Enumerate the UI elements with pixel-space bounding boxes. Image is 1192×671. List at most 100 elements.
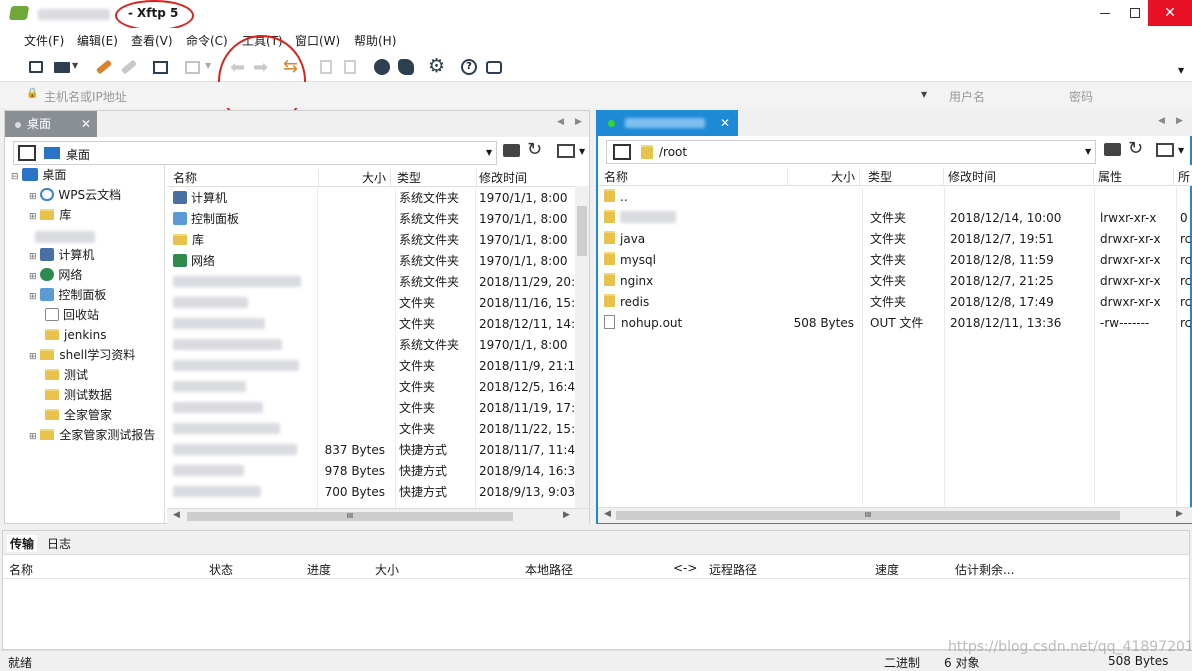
left-col-name[interactable]: 名称 [173, 169, 319, 187]
right-new-folder-icon[interactable] [1104, 143, 1121, 156]
left-hscroll-thumb[interactable]: III [187, 512, 513, 521]
table-row[interactable]: 系统文件夹 2018/11/29, 20:4 [167, 272, 575, 293]
right-tab-next-icon[interactable]: ▶ [1176, 116, 1183, 126]
menu-view[interactable]: 查看(V) [131, 32, 173, 49]
host-dropdown-icon[interactable]: ▼ [921, 90, 927, 99]
left-hscroll[interactable]: ◀ III ▶ [167, 508, 589, 524]
tree-item-jenkins[interactable]: jenkins [45, 325, 106, 346]
open-folder-icon[interactable] [52, 57, 72, 77]
right-col-name[interactable]: 名称 [604, 168, 788, 186]
tab-transfer[interactable]: 传输 [7, 535, 38, 552]
tree-item-control-panel[interactable]: ⊞ 控制面板 [29, 285, 106, 306]
open-dropdown-icon[interactable]: ▼ [72, 61, 78, 70]
right-col-size[interactable]: 大小 [788, 168, 860, 186]
xmanager-icon[interactable] [396, 57, 416, 77]
left-col-size[interactable]: 大小 [319, 169, 391, 187]
tree-item-library[interactable]: ⊞ 库 [29, 205, 71, 226]
right-col-attr[interactable]: 属性 [1098, 168, 1174, 186]
table-row[interactable]: nginx 文件夹 2018/12/7, 21:25 drwxr-xr-x rc [598, 271, 1192, 292]
terminal-dropdown-icon[interactable]: ▼ [205, 61, 211, 70]
table-row[interactable]: 控制面板 系统文件夹 1970/1/1, 8:00 [167, 209, 575, 230]
table-row[interactable]: 库 系统文件夹 1970/1/1, 8:00 [167, 230, 575, 251]
transfer-col-size[interactable]: 大小 [375, 561, 399, 578]
left-path-input[interactable]: 桌面 [66, 146, 90, 163]
menu-window[interactable]: 窗口(W) [295, 32, 340, 49]
right-refresh-icon[interactable]: ↻ [1128, 138, 1143, 159]
tab-remote[interactable]: ✕ [598, 110, 738, 136]
disconnect-icon[interactable] [119, 57, 139, 77]
tree-item-testdata[interactable]: 测试数据 [45, 385, 112, 406]
left-tab-next-icon[interactable]: ▶ [575, 117, 582, 127]
settings-gear-icon[interactable]: ⚙ [428, 55, 445, 77]
left-view-icon[interactable] [557, 144, 575, 158]
tree-item-guard[interactable]: 全家管家 [45, 405, 112, 426]
left-col-type[interactable]: 类型 [397, 169, 477, 187]
username-input[interactable]: 用户名 [949, 88, 985, 105]
right-col-time[interactable]: 修改时间 [948, 168, 1094, 186]
transfer-col-eta[interactable]: 估计剩余... [955, 561, 1014, 578]
transfer-col-status[interactable]: 状态 [209, 561, 233, 578]
tree-item-guard-report[interactable]: ⊞ 全家管家测试报告 [29, 425, 155, 446]
toolbar-overflow-icon[interactable]: ▼ [1178, 66, 1184, 75]
table-row[interactable]: 文件夹 2018/11/9, 21:11 [167, 356, 575, 377]
table-row[interactable]: 文件夹 2018/11/16, 15:4 [167, 293, 575, 314]
host-input[interactable]: 主机名或IP地址 [44, 88, 127, 105]
table-row[interactable]: 计算机 系统文件夹 1970/1/1, 8:00 [167, 188, 575, 209]
table-row[interactable]: 文件夹 2018/11/19, 17:2 [167, 398, 575, 419]
tab-remote-close-icon[interactable]: ✕ [720, 110, 730, 136]
tree-item-computer[interactable]: ⊞ 计算机 [29, 245, 94, 266]
menu-file[interactable]: 文件(F) [24, 32, 64, 49]
transfer-col-remote[interactable]: 远程路径 [709, 561, 757, 578]
minimize-button[interactable] [1086, 0, 1124, 26]
copy-icon[interactable] [316, 57, 336, 77]
left-vscroll[interactable] [575, 186, 589, 508]
menu-edit[interactable]: 编辑(E) [77, 32, 118, 49]
table-row[interactable]: .. [598, 187, 1192, 208]
right-col-owner[interactable]: 所 [1178, 168, 1192, 186]
tree-item-recycle[interactable]: 回收站 [45, 305, 99, 326]
table-row[interactable]: 978 Bytes 快捷方式 2018/9/14, 16:37 [167, 461, 575, 482]
table-row[interactable]: 文件夹 2018/11/22, 15:1 [167, 419, 575, 440]
table-row[interactable]: 文件夹 2018/12/11, 14:3 [167, 314, 575, 335]
right-col-type[interactable]: 类型 [868, 168, 944, 186]
tab-close-icon[interactable]: ✕ [81, 111, 91, 137]
menu-command[interactable]: 命令(C) [186, 32, 228, 49]
left-view-dropdown-icon[interactable]: ▼ [579, 147, 585, 156]
left-path-dropdown-icon[interactable]: ▼ [486, 148, 492, 157]
table-row[interactable]: 系统文件夹 1970/1/1, 8:00 [167, 335, 575, 356]
properties-icon[interactable] [150, 57, 170, 77]
right-toggle-tree-icon[interactable] [613, 144, 631, 160]
close-button[interactable]: ✕ [1148, 0, 1192, 26]
table-row[interactable]: nohup.out 508 Bytes OUT 文件 2018/12/11, 13:3… [598, 313, 1192, 334]
table-row[interactable]: java 文件夹 2018/12/7, 19:51 drwxr-xr-x rc [598, 229, 1192, 250]
tree-item-shell[interactable]: ⊞ shell学习资料 [29, 345, 135, 366]
left-new-folder-icon[interactable] [503, 144, 520, 157]
transfer-col-name[interactable]: 名称 [9, 561, 33, 578]
maximize-button[interactable] [1124, 0, 1146, 26]
table-row[interactable]: 700 Bytes 快捷方式 2018/9/13, 9:03 [167, 482, 575, 503]
password-input[interactable]: 密码 [1069, 88, 1093, 105]
transfer-col-local[interactable]: 本地路径 [525, 561, 573, 578]
right-tab-prev-icon[interactable]: ◀ [1158, 116, 1165, 126]
tree-item-wps[interactable]: ⊞ WPS云文档 [29, 185, 121, 206]
table-row[interactable]: 文件夹 2018/12/5, 16:46 [167, 377, 575, 398]
transfer-col-speed[interactable]: 速度 [875, 561, 899, 578]
transfer-col-direction[interactable]: <-> [673, 561, 697, 575]
tab-desktop[interactable]: 桌面 ✕ [5, 111, 97, 137]
connect-icon[interactable] [94, 57, 114, 77]
right-path-dropdown-icon[interactable]: ▼ [1085, 147, 1091, 156]
tab-log[interactable]: 日志 [47, 535, 71, 552]
menu-help[interactable]: 帮助(H) [354, 32, 396, 49]
right-hscroll[interactable]: ◀ III ▶ [598, 507, 1192, 523]
right-view-dropdown-icon[interactable]: ▼ [1178, 146, 1184, 155]
tree-item-test[interactable]: 测试 [45, 365, 88, 386]
right-hscroll-thumb[interactable]: III [616, 511, 1120, 520]
left-refresh-icon[interactable]: ↻ [527, 139, 542, 160]
left-tab-prev-icon[interactable]: ◀ [557, 117, 564, 127]
table-row[interactable]: 网络 系统文件夹 1970/1/1, 8:00 [167, 251, 575, 272]
tree-item-desktop[interactable]: ⊟ 桌面 [11, 165, 66, 186]
table-row[interactable]: redis 文件夹 2018/12/8, 17:49 drwxr-xr-x rc [598, 292, 1192, 313]
table-row[interactable]: 837 Bytes 快捷方式 2018/11/7, 11:49 [167, 440, 575, 461]
toggle-tree-icon[interactable] [18, 145, 36, 161]
feedback-icon[interactable] [484, 57, 504, 77]
